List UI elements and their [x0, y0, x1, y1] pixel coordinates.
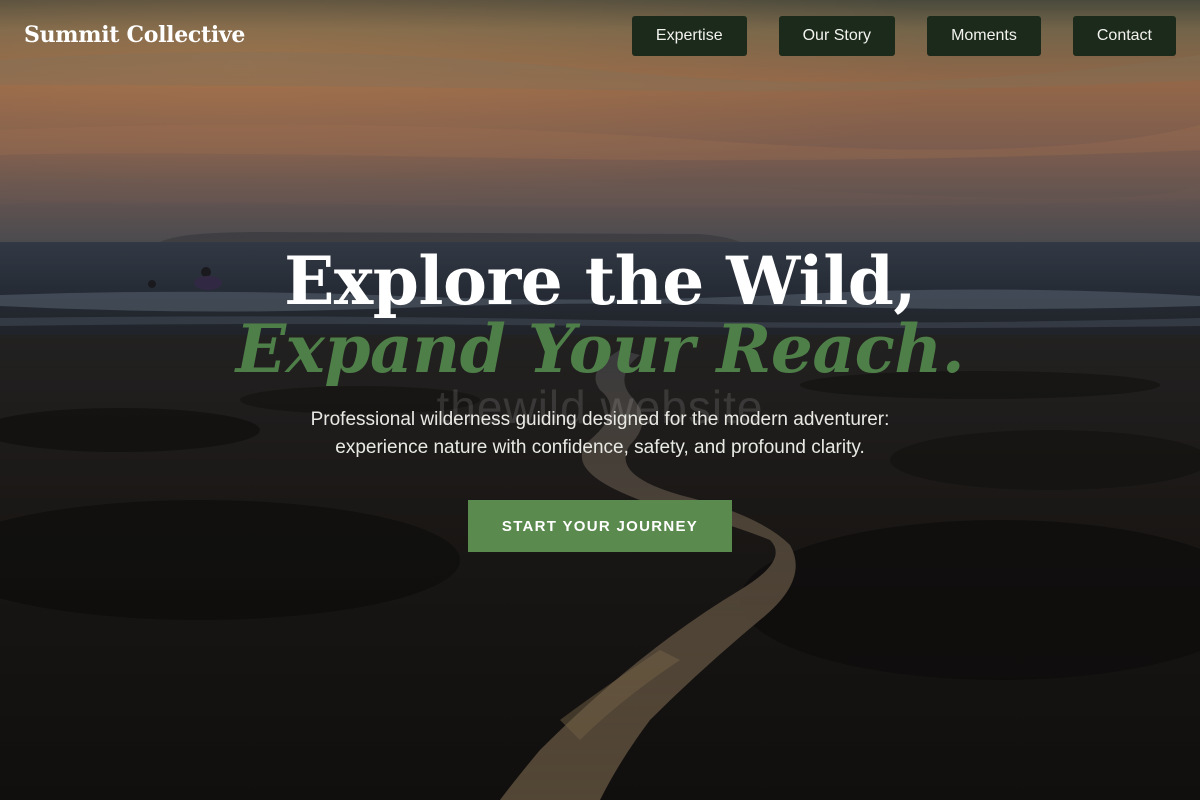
hero-headline-line2: Expand Your Reach.	[235, 310, 965, 388]
hero-subtitle: Professional wilderness guiding designed…	[250, 406, 950, 462]
hero-section: Summit Collective Expertise Our Story Mo…	[0, 0, 1200, 800]
nav-moments-button[interactable]: Moments	[927, 16, 1041, 56]
start-journey-button[interactable]: START YOUR JOURNEY	[468, 500, 732, 552]
main-nav: Expertise Our Story Moments Contact	[631, 16, 1176, 56]
hero-subtitle-line2: experience nature with confidence, safet…	[335, 437, 865, 458]
nav-our-story-button[interactable]: Our Story	[778, 16, 896, 56]
nav-expertise-button[interactable]: Expertise	[631, 16, 747, 56]
hero-content: Explore the Wild, Expand Your Reach. Pro…	[0, 240, 1200, 552]
brand-logo[interactable]: Summit Collective	[24, 22, 245, 48]
nav-contact-button[interactable]: Contact	[1072, 16, 1176, 56]
hero-subtitle-line1: Professional wilderness guiding designed…	[310, 409, 890, 430]
